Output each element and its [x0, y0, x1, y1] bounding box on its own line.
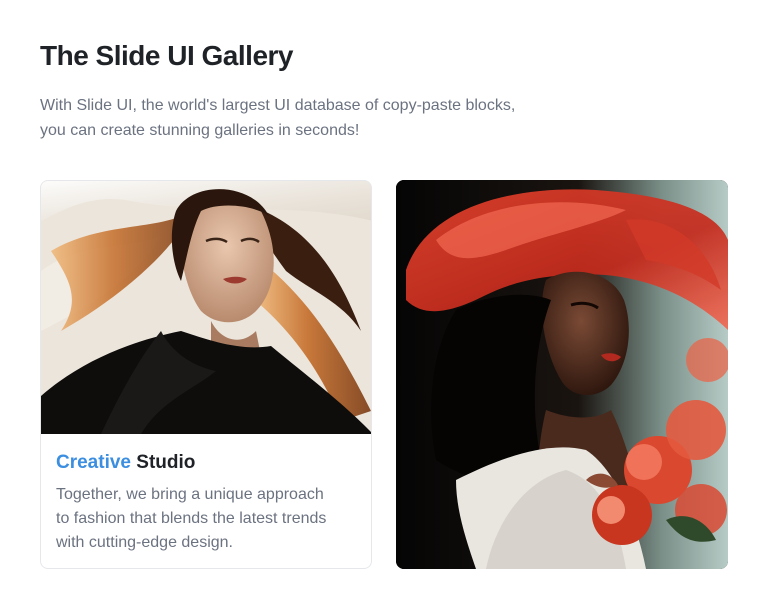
card-text-line-2: to fashion that blends the latest trends — [56, 510, 327, 527]
card-description: Together, we bring a unique approach to … — [56, 483, 356, 555]
card-body: Creative Studio Together, we bring a uni… — [41, 434, 371, 555]
description-line-1: With Slide UI, the world's largest UI da… — [40, 97, 516, 114]
card-title-rest: Studio — [131, 452, 196, 473]
page-title: The Slide UI Gallery — [40, 40, 293, 71]
woman-flowing-hair-image — [41, 181, 371, 434]
description-line-2: you can create stunning galleries in sec… — [40, 122, 360, 139]
card-title[interactable]: Creative Studio — [56, 452, 356, 474]
gallery-card-creative-studio[interactable]: Creative Studio Together, we bring a uni… — [40, 180, 372, 569]
card-title-accent: Creative — [56, 452, 131, 473]
gallery-description: With Slide UI, the world's largest UI da… — [40, 93, 580, 143]
card-text-line-1: Together, we bring a unique approach — [56, 486, 324, 503]
card-text-line-3: with cutting-edge design. — [56, 534, 233, 551]
woman-red-hat-roses-image[interactable] — [396, 180, 728, 569]
